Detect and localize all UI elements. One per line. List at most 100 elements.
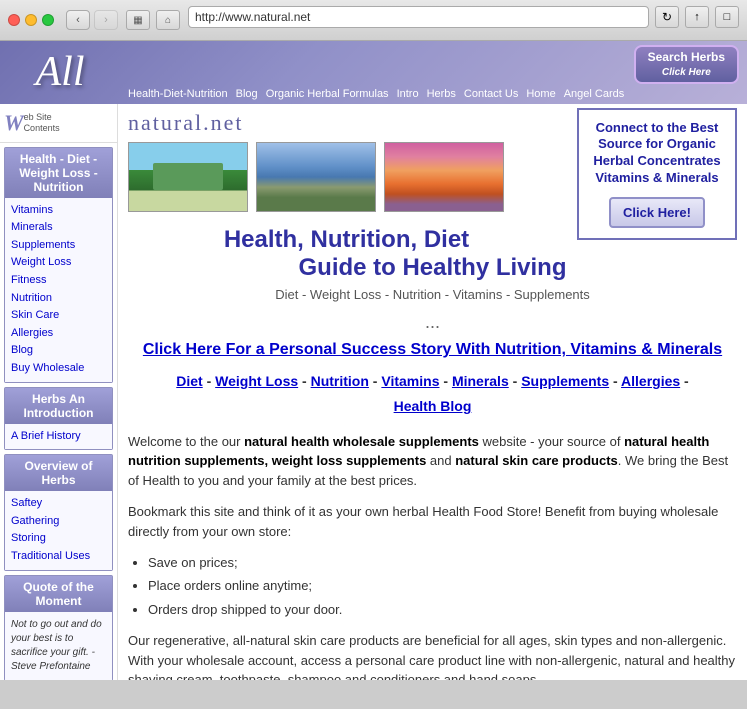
sidebar-w-letter: W <box>4 110 24 136</box>
body-skin-text: Our regenerative, all-natural skin care … <box>128 633 735 680</box>
main-title-line2: Guide to Healthy Living <box>298 254 566 281</box>
cat-link-allergies[interactable]: Allergies <box>621 373 680 389</box>
nav-herbs[interactable]: Herbs <box>427 88 456 100</box>
list-item: Orders drop shipped to your door. <box>148 598 737 621</box>
success-story-link: Click Here For a Personal Success Story … <box>118 337 747 363</box>
share-button[interactable]: ↑ <box>685 6 709 28</box>
content-area: Connect to the Best Source for Organic H… <box>118 104 747 680</box>
sidebar-section-herbs-overview: Overview of Herbs Saftey Gathering Stori… <box>4 454 113 570</box>
quote-text: Not to go out and do your best is to sac… <box>11 619 102 658</box>
list-item: Save on prices; <box>148 551 737 574</box>
connect-box: Connect to the Best Source for Organic H… <box>577 108 737 241</box>
sidebar-section-herbs-intro-header: Herbs An Introduction <box>5 388 112 424</box>
body-mid1: website - your source of <box>479 434 624 449</box>
new-window-button[interactable]: □ <box>715 6 739 28</box>
forward-button[interactable]: › <box>94 10 118 30</box>
body-intro-paragraph: Welcome to the our natural health wholes… <box>118 426 747 497</box>
sidebar-link-buywholesale[interactable]: Buy Wholesale <box>11 360 106 378</box>
sidebar-section-herbs-intro: Herbs An Introduction A Brief History <box>4 387 113 451</box>
list-item: Place orders online anytime; <box>148 574 737 597</box>
body-bookmark-text: Bookmark this site and think of it as yo… <box>128 504 718 539</box>
sidebar-link-fitness[interactable]: Fitness <box>11 272 106 290</box>
search-click-here: Click Here <box>662 66 711 79</box>
success-story-anchor[interactable]: Click Here For a Personal Success Story … <box>143 341 722 358</box>
hero-images <box>118 136 565 218</box>
body-bold3: natural skin care products <box>455 453 618 468</box>
sidebar-link-supplements[interactable]: Supplements <box>11 237 106 255</box>
traffic-lights <box>8 14 54 26</box>
nav-organic[interactable]: Organic Herbal Formulas <box>266 88 389 100</box>
sidebar-quote-header: Quote of the Moment <box>5 576 112 612</box>
cat-link-diet[interactable]: Diet <box>176 373 202 389</box>
sidebar-link-traditional[interactable]: Traditional Uses <box>11 548 106 566</box>
site-logo: All <box>36 51 85 93</box>
search-herbs-button[interactable]: Search Herbs Click Here <box>634 45 739 84</box>
nav-contact[interactable]: Contact Us <box>464 88 518 100</box>
website-content: All Search Herbs Click Here Health-Diet-… <box>0 41 747 680</box>
main-subtitle: Diet - Weight Loss - Nutrition - Vitamin… <box>118 287 747 308</box>
sidebar-section-herbs-overview-header: Overview of Herbs <box>5 455 112 491</box>
cat-link-vitamins[interactable]: Vitamins <box>381 373 439 389</box>
address-bar[interactable] <box>188 6 649 28</box>
sidebar-quote-body: Not to go out and do your best is to sac… <box>5 612 112 680</box>
nav-blog[interactable]: Blog <box>236 88 258 100</box>
body-mid2: and <box>426 453 455 468</box>
sidebar-section-health: Health - Diet - Weight Loss - Nutrition … <box>4 147 113 383</box>
body-skin-paragraph: Our regenerative, all-natural skin care … <box>118 625 747 680</box>
sidebar-logo-line2: Contents <box>24 123 60 134</box>
site-header: All Search Herbs Click Here Health-Diet-… <box>0 41 747 104</box>
nav-home[interactable]: Home <box>526 88 555 100</box>
hero-image-lake <box>256 142 376 212</box>
cat-link-health-blog[interactable]: Health Blog <box>394 398 472 414</box>
cat-link-supplements[interactable]: Supplements <box>521 373 609 389</box>
body-bold1: natural health wholesale supplements <box>244 434 479 449</box>
dots: ... <box>118 308 747 337</box>
connect-box-text: Connect to the Best Source for Organic H… <box>589 120 725 188</box>
main-layout: W eb Site Contents Health - Diet - Weigh… <box>0 104 747 680</box>
back-button[interactable]: ‹ <box>66 10 90 30</box>
sidebar-link-weightloss[interactable]: Weight Loss <box>11 254 106 272</box>
sidebar-link-safety[interactable]: Saftey <box>11 495 106 513</box>
sidebar-logo: W eb Site Contents <box>0 104 117 143</box>
sidebar-link-storing[interactable]: Storing <box>11 530 106 548</box>
sidebar-link-minerals[interactable]: Minerals <box>11 219 106 237</box>
logo-area: All <box>0 41 120 104</box>
main-title-line1: Health, Nutrition, Diet <box>224 226 469 253</box>
cat-link-nutrition[interactable]: Nutrition <box>311 373 369 389</box>
home-button[interactable]: ⌂ <box>156 10 180 30</box>
nav-health-diet[interactable]: Health-Diet-Nutrition <box>128 88 228 100</box>
sidebar-logo-line1: eb Site <box>24 112 60 123</box>
header-right: Search Herbs Click Here Health-Diet-Nutr… <box>120 41 747 104</box>
sidebar-link-brief-history[interactable]: A Brief History <box>11 428 106 446</box>
sidebar-link-blog[interactable]: Blog <box>11 342 106 360</box>
browser-chrome: ‹ › ▦ ⌂ ↻ ↑ □ <box>0 0 747 41</box>
sidebar-link-skincare[interactable]: Skin Care <box>11 307 106 325</box>
hero-image-sunset <box>384 142 504 212</box>
nav-intro[interactable]: Intro <box>397 88 419 100</box>
cat-link-weightloss[interactable]: Weight Loss <box>215 373 298 389</box>
maximize-button[interactable] <box>42 14 54 26</box>
body-bookmark-paragraph: Bookmark this site and think of it as yo… <box>118 496 747 547</box>
search-bar-area: Search Herbs Click Here <box>120 41 747 84</box>
refresh-button[interactable]: ↻ <box>655 6 679 28</box>
sidebar: W eb Site Contents Health - Diet - Weigh… <box>0 104 118 680</box>
sidebar-section-herbs-intro-links: A Brief History <box>5 424 112 450</box>
nav-angel-cards[interactable]: Angel Cards <box>564 88 625 100</box>
sidebar-link-allergies[interactable]: Allergies <box>11 325 106 343</box>
sidebar-link-gathering[interactable]: Gathering <box>11 513 106 531</box>
sidebar-section-health-header: Health - Diet - Weight Loss - Nutrition <box>5 148 112 198</box>
category-links: Diet - Weight Loss - Nutrition - Vitamin… <box>118 363 747 425</box>
minimize-button[interactable] <box>25 14 37 26</box>
hero-image-mountain <box>128 142 248 212</box>
sidebar-link-nutrition[interactable]: Nutrition <box>11 290 106 308</box>
show-all-tabs-button[interactable]: ▦ <box>126 10 150 30</box>
sidebar-link-vitamins[interactable]: Vitamins <box>11 202 106 220</box>
bullet-list: Save on prices; Place orders online anyt… <box>118 547 747 625</box>
cat-link-minerals[interactable]: Minerals <box>452 373 509 389</box>
sidebar-section-herbs-overview-links: Saftey Gathering Storing Traditional Use… <box>5 491 112 569</box>
connect-click-button[interactable]: Click Here! <box>609 197 705 228</box>
close-button[interactable] <box>8 14 20 26</box>
sidebar-section-health-links: Vitamins Minerals Supplements Weight Los… <box>5 198 112 382</box>
sidebar-quote-section: Quote of the Moment Not to go out and do… <box>4 575 113 681</box>
top-nav: Health-Diet-Nutrition Blog Organic Herba… <box>120 84 747 104</box>
